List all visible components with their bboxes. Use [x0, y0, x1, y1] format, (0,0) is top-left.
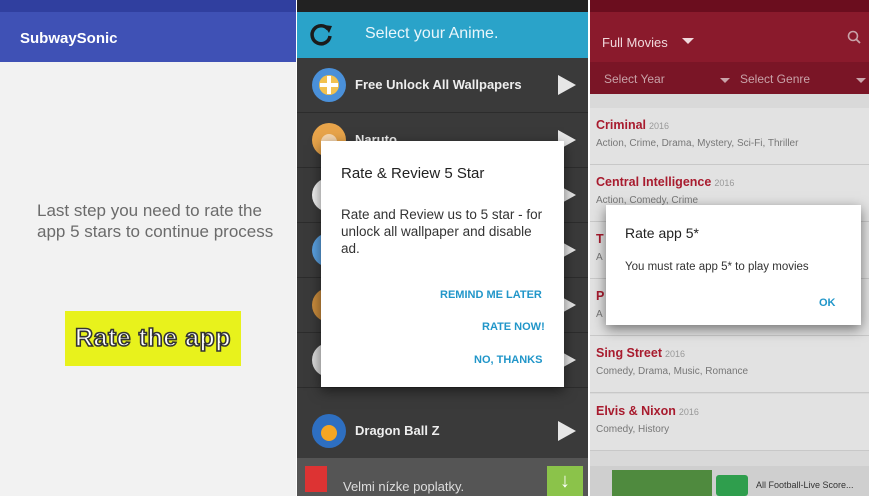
status-bar	[297, 0, 588, 12]
movie-genres: Comedy, Drama, Music, Romance	[596, 366, 749, 377]
ad-image	[612, 470, 712, 496]
dialog-message: Rate and Review us to 5 star - for unloc…	[341, 207, 543, 256]
movie-title: Criminal	[596, 118, 647, 132]
search-icon[interactable]	[847, 30, 861, 44]
movie-genres: Action, Crime, Drama, Mystery, Sci-Fi, T…	[596, 138, 799, 149]
status-bar	[0, 0, 296, 12]
rate-now-button[interactable]: RATE NOW!	[482, 321, 545, 333]
list-item[interactable]: Dragon Ball Z	[297, 404, 588, 459]
movie-year: 2016	[678, 407, 699, 417]
rate-button-label: Rate the app	[74, 323, 232, 353]
dialog-title: Rate & Review 5 Star	[341, 165, 485, 182]
movie-title: Sing Street	[596, 346, 662, 360]
header-title[interactable]: Full Movies	[602, 35, 668, 50]
wallpaper-icon	[312, 68, 346, 102]
movie-title: P	[596, 289, 605, 303]
movie-title: T	[596, 232, 604, 246]
movie-year: 2016	[649, 121, 670, 131]
movie-item[interactable]: Sing Street 2016 Comedy, Drama, Music, Ro…	[590, 336, 869, 393]
status-bar	[590, 0, 869, 12]
play-icon[interactable]	[558, 75, 576, 95]
no-thanks-button[interactable]: NO, THANKS	[474, 354, 542, 366]
movie-year: 2016	[714, 178, 735, 188]
movie-genres: Comedy, History	[596, 424, 670, 435]
select-genre-dropdown[interactable]: Select Genre	[740, 72, 810, 86]
list-item[interactable]: Free Unlock All Wallpapers	[297, 58, 588, 113]
anime-avatar	[312, 414, 346, 448]
select-year-dropdown[interactable]: Select Year	[604, 72, 665, 86]
list-item-label: Dragon Ball Z	[355, 423, 440, 438]
movie-title: Elvis & Nixon	[596, 404, 676, 418]
app-title: SubwaySonic	[20, 30, 118, 47]
header-title: Select your Anime.	[365, 25, 499, 42]
rate-app-dialog: Rate app 5* You must rate app 5* to play…	[606, 205, 861, 325]
dialog-message: You must rate app 5* to play movies	[625, 261, 809, 273]
ok-button[interactable]: OK	[819, 297, 836, 309]
rate-instruction-text: Last step you need to rate the app 5 sta…	[37, 201, 274, 241]
rate-review-dialog: Rate & Review 5 Star Rate and Review us …	[321, 141, 564, 387]
dialog-title: Rate app 5*	[625, 225, 699, 241]
rate-the-app-button[interactable]: Rate the app	[65, 311, 241, 366]
download-icon[interactable]: ↓	[547, 466, 583, 496]
ad-text: Velmi nízke poplatky.	[343, 479, 465, 494]
movie-genres: A	[596, 309, 603, 320]
dropdown-arrow-icon[interactable]	[856, 78, 866, 83]
ad-logo-icon	[305, 466, 327, 492]
movie-title: Central Intelligence	[596, 175, 712, 189]
refresh-icon[interactable]	[307, 20, 335, 48]
remind-me-later-button[interactable]: REMIND ME LATER	[440, 289, 542, 301]
dropdown-arrow-icon[interactable]	[682, 38, 694, 44]
play-icon[interactable]	[558, 421, 576, 441]
movie-year: 2016	[665, 349, 686, 359]
movie-item[interactable]: Elvis & Nixon 2016 Comedy, History	[590, 394, 869, 451]
subwaysonic-screen: SubwaySonic Last step you need to rate t…	[0, 0, 296, 496]
movie-item[interactable]: Criminal 2016 Action, Crime, Drama, Myste…	[590, 108, 869, 165]
dropdown-arrow-icon[interactable]	[720, 78, 730, 83]
ad-app-icon	[716, 475, 748, 496]
list-item-label: Free Unlock All Wallpapers	[355, 77, 522, 92]
ad-text: All Football-Live Score...	[756, 480, 854, 490]
movie-genres: A	[596, 252, 603, 263]
